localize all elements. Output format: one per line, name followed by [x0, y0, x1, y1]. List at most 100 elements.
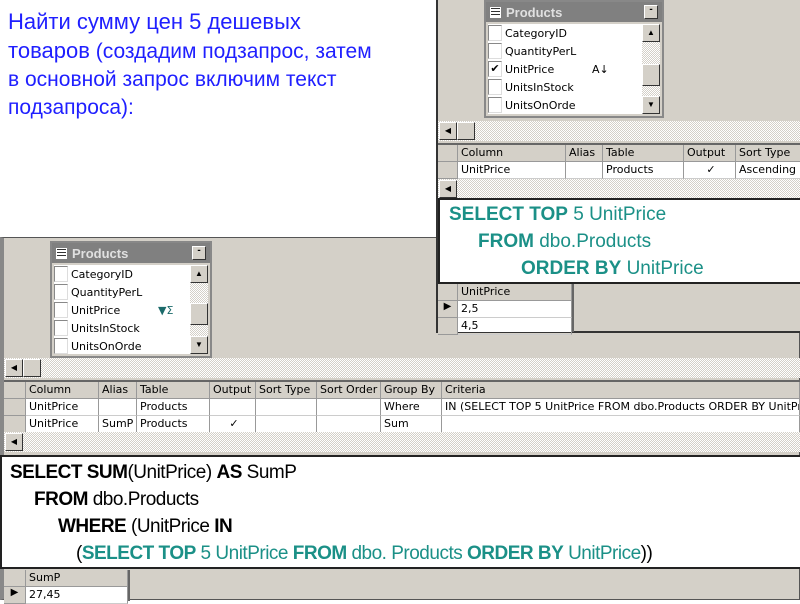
scroll-thumb[interactable]	[642, 64, 660, 86]
scroll-left-button[interactable]: ◀	[5, 359, 23, 377]
field-categoryid[interactable]: CategoryID	[488, 24, 642, 42]
field-label: UnitsInStock	[505, 80, 574, 94]
current-row-indicator: ▶	[4, 587, 26, 604]
field-unitprice[interactable]: ✔ UnitPrice A↓	[488, 60, 642, 78]
grid-cell[interactable]: ✓	[210, 416, 256, 433]
grid-cell[interactable]	[317, 399, 381, 416]
sql-pane[interactable]: SELECT TOP 5 UnitPrice FROM dbo.Products…	[438, 198, 800, 284]
field-checkbox[interactable]	[54, 302, 68, 318]
scroll-left-button[interactable]: ◀	[439, 122, 457, 140]
grid-cell[interactable]: Ascending	[736, 162, 800, 179]
current-row-indicator: ▶	[438, 301, 458, 318]
grid-cell[interactable]: Products	[603, 162, 684, 179]
field-label: UnitsOnOrde	[505, 98, 576, 112]
row-selector[interactable]	[4, 382, 26, 399]
column-header: Output	[684, 145, 736, 162]
grid-cell[interactable]: Products	[137, 399, 210, 416]
top-query-designer-window: Products - CategoryID QuantityPerL ✔ UnitPri…	[436, 0, 800, 335]
grid-cell[interactable]: Products	[137, 416, 210, 433]
table-icon	[56, 247, 67, 259]
field-label: UnitsOnOrde	[71, 339, 142, 353]
field-checkbox[interactable]	[488, 43, 502, 59]
grid-cell[interactable]	[210, 399, 256, 416]
results-grid[interactable]: SumP ▶ 27,45	[4, 570, 130, 604]
criteria-grid[interactable]: Column Alias Table Output Sort Type UnitPrice…	[438, 143, 800, 179]
column-header: Sort Type	[256, 382, 317, 399]
grid-cell[interactable]	[566, 162, 603, 179]
results-grid[interactable]: UnitPrice ▶ 2,5 4,5	[438, 284, 574, 335]
vertical-scrollbar[interactable]: ▲ ▼	[190, 265, 208, 354]
horizontal-scrollbar[interactable]: ◀	[438, 121, 800, 141]
grid-cell[interactable]	[256, 399, 317, 416]
field-label: CategoryID	[71, 267, 133, 281]
scroll-thumb[interactable]	[23, 359, 41, 377]
grid-horizontal-scrollbar[interactable]: ◀	[438, 179, 800, 199]
grid-cell[interactable]: Where	[381, 399, 442, 416]
table-title: Products	[72, 245, 129, 261]
grid-cell[interactable]: IN (SELECT TOP 5 UnitPrice FROM dbo.Prod…	[442, 399, 800, 416]
table-title: Products	[506, 4, 563, 20]
column-header: Column	[26, 382, 99, 399]
row-selector[interactable]	[438, 162, 458, 179]
field-unitprice[interactable]: UnitPrice ▼Σ	[54, 301, 190, 319]
sort-ascending-icon: A↓	[592, 62, 609, 76]
grid-cell[interactable]	[99, 399, 137, 416]
grid-cell[interactable]	[317, 416, 381, 433]
field-checkbox[interactable]	[54, 266, 68, 282]
row-selector[interactable]	[438, 145, 458, 162]
products-table-box[interactable]: Products - CategoryID QuantityPerL UnitPric…	[50, 241, 212, 358]
scroll-thumb[interactable]	[457, 122, 475, 140]
field-label: QuantityPerL	[505, 44, 577, 58]
field-checkbox[interactable]	[488, 25, 502, 41]
minimize-button[interactable]: -	[644, 5, 658, 19]
field-unitsonorde[interactable]: UnitsOnOrde	[54, 337, 190, 355]
field-checkbox[interactable]	[488, 97, 502, 113]
column-header: Group By	[381, 382, 442, 399]
field-unitsonorde[interactable]: UnitsOnOrde	[488, 96, 642, 114]
scroll-up-button[interactable]: ▲	[642, 24, 660, 42]
field-categoryid[interactable]: CategoryID	[54, 265, 190, 283]
field-checkbox[interactable]	[54, 338, 68, 354]
grid-cell[interactable]: Sum	[381, 416, 442, 433]
grid-cell[interactable]	[256, 416, 317, 433]
column-header: Table	[137, 382, 210, 399]
scroll-thumb[interactable]	[190, 303, 208, 325]
filter-sum-icon: ▼Σ	[158, 303, 174, 317]
grid-cell[interactable]: UnitPrice	[458, 162, 566, 179]
row-selector[interactable]	[4, 399, 26, 416]
table-row: UnitPrice SumP Products ✓ Sum	[4, 416, 800, 433]
field-quantityperl[interactable]: QuantityPerL	[488, 42, 642, 60]
grid-cell[interactable]: UnitPrice	[26, 399, 99, 416]
scroll-down-button[interactable]: ▼	[190, 336, 208, 354]
column-header: Table	[603, 145, 684, 162]
field-unitsinstock[interactable]: UnitsInStock	[54, 319, 190, 337]
field-label: UnitsInStock	[71, 321, 140, 335]
grid-horizontal-scrollbar[interactable]: ◀	[4, 432, 800, 452]
scroll-up-button[interactable]: ▲	[190, 265, 208, 283]
sql-pane[interactable]: SELECT SUM(UnitPrice) AS SumP FROM dbo.P…	[0, 455, 800, 569]
grid-cell[interactable]: UnitPrice	[26, 416, 99, 433]
products-table-box[interactable]: Products - CategoryID QuantityPerL ✔ UnitPri…	[484, 0, 664, 118]
field-checkbox[interactable]: ✔	[488, 61, 502, 77]
criteria-grid[interactable]: Column Alias Table Output Sort Type Sort Orde…	[4, 380, 800, 433]
field-unitsinstock[interactable]: UnitsInStock	[488, 78, 642, 96]
field-quantityperl[interactable]: QuantityPerL	[54, 283, 190, 301]
field-label: QuantityPerL	[71, 285, 143, 299]
scroll-down-button[interactable]: ▼	[642, 96, 660, 114]
scroll-left-button[interactable]: ◀	[5, 433, 23, 451]
grid-header-row: Column Alias Table Output Sort Type Sort Orde…	[4, 382, 800, 399]
horizontal-scrollbar[interactable]: ◀	[4, 358, 800, 378]
column-header: Column	[458, 145, 566, 162]
grid-cell[interactable]	[442, 416, 800, 433]
slide-title: Найти сумму цен 5 дешевых товаров (созда…	[8, 9, 372, 119]
field-checkbox[interactable]	[54, 284, 68, 300]
row-selector[interactable]	[4, 416, 26, 433]
grid-cell[interactable]: SumP	[99, 416, 137, 433]
vertical-scrollbar[interactable]: ▲ ▼	[642, 24, 660, 114]
scroll-left-button[interactable]: ◀	[439, 180, 457, 198]
minimize-button[interactable]: -	[192, 246, 206, 260]
grid-cell[interactable]: ✓	[684, 162, 736, 179]
field-checkbox[interactable]	[54, 320, 68, 336]
field-checkbox[interactable]	[488, 79, 502, 95]
column-header: Criteria	[442, 382, 800, 399]
